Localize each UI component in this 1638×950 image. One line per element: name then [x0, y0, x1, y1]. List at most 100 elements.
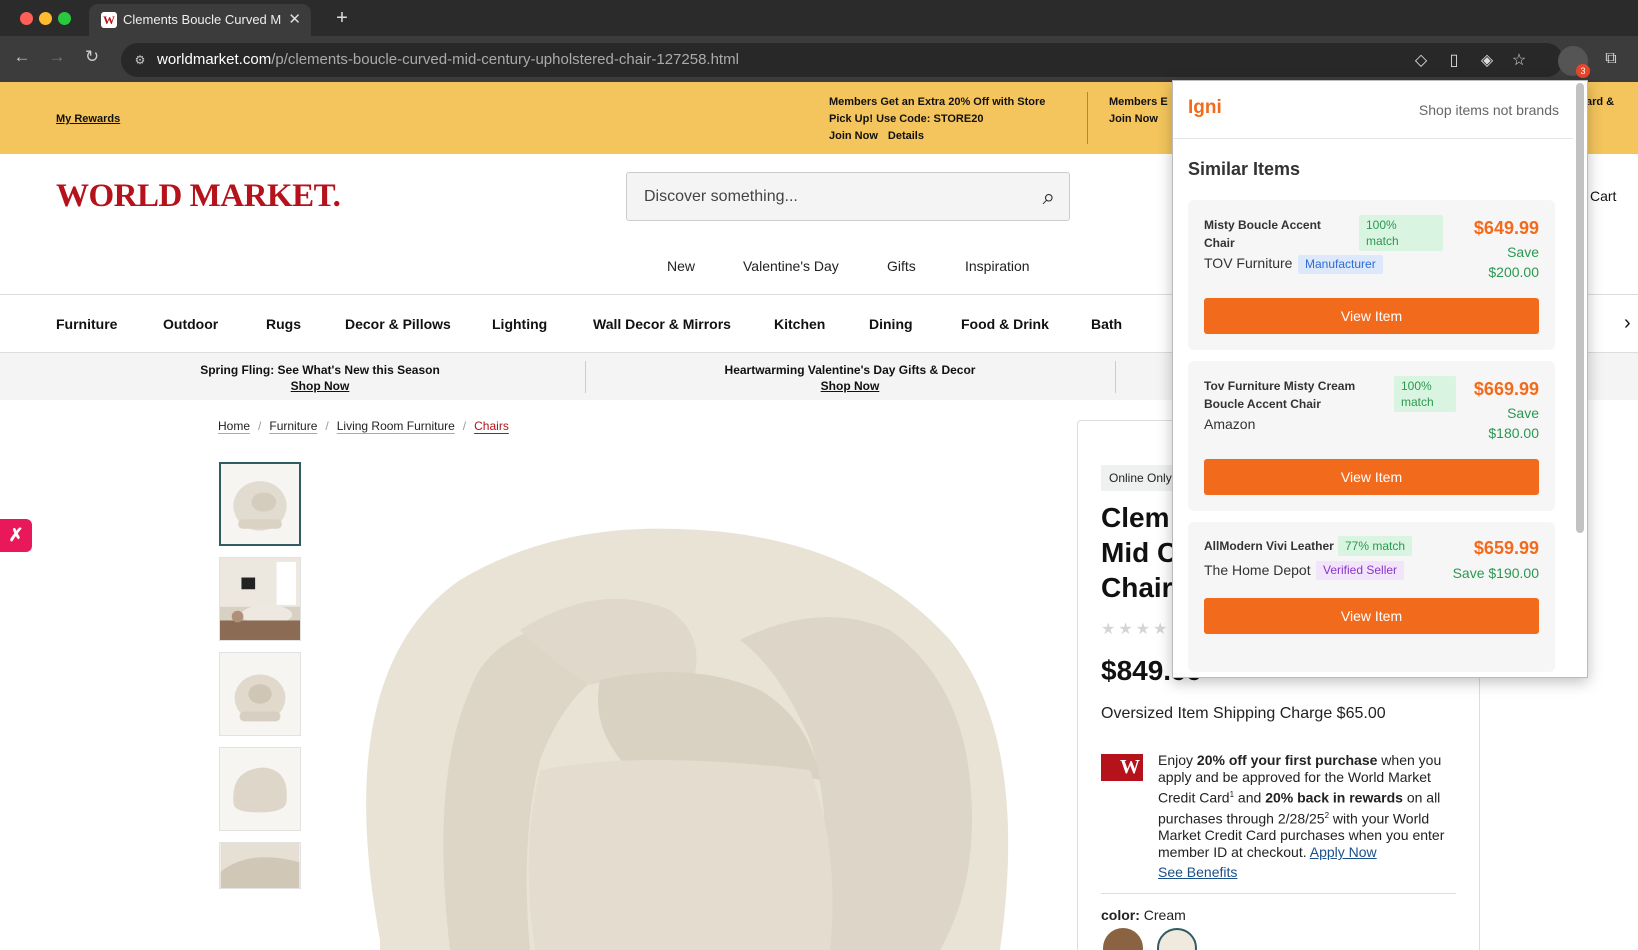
new-tab-button[interactable]: +	[329, 6, 355, 32]
world-market-favicon-icon: W	[101, 12, 117, 28]
view-item-button[interactable]: View Item	[1204, 598, 1539, 634]
divider	[1101, 893, 1456, 894]
url-path: /p/clements-boucle-curved-mid-century-up…	[271, 51, 739, 68]
popup-scrollbar[interactable]	[1576, 83, 1584, 533]
world-market-logo[interactable]: WORLD MARKET.	[56, 178, 341, 215]
nav-gifts[interactable]: Gifts	[887, 258, 916, 274]
tab-bar: W Clements Boucle Curved Mid ✕ +	[0, 0, 1638, 36]
breadcrumb-home[interactable]: Home	[218, 419, 250, 433]
maximize-window-button[interactable]	[58, 12, 71, 25]
view-item-button[interactable]: View Item	[1204, 459, 1539, 495]
igni-extension-button[interactable]: 3	[1558, 46, 1590, 78]
active-tab[interactable]: W Clements Boucle Curved Mid ✕	[89, 4, 311, 36]
banner-spring: Spring Fling: See What's New this Season…	[60, 362, 580, 394]
category-rugs[interactable]: Rugs	[266, 316, 301, 332]
banner-title: Spring Fling: See What's New this Season	[200, 363, 440, 377]
site-settings-icon[interactable]: ⚙	[129, 50, 151, 70]
category-lighting[interactable]: Lighting	[492, 316, 547, 332]
breadcrumb-furniture[interactable]: Furniture	[269, 419, 317, 433]
match-badge: 100% match	[1359, 215, 1443, 251]
cart-link[interactable]: Cart	[1590, 188, 1616, 204]
item-name-line: Boucle Accent Chair	[1204, 397, 1321, 411]
thumbnail-4[interactable]	[219, 747, 301, 831]
apply-now-link[interactable]: Apply Now	[1310, 844, 1377, 860]
thumbnail-3[interactable]	[219, 652, 301, 736]
item-savings: Save $200.00	[1488, 242, 1539, 282]
offer-3-fragment: ard &	[1586, 96, 1615, 108]
floating-app-icon[interactable]: ✗	[0, 519, 32, 552]
my-rewards-link[interactable]: My Rewards	[56, 113, 120, 125]
thumbnail-5[interactable]	[219, 842, 301, 889]
reload-icon[interactable]: ↻	[80, 47, 104, 67]
breadcrumb-chairs[interactable]: Chairs	[474, 419, 509, 433]
verified-seller-badge: Verified Seller	[1316, 561, 1405, 580]
shop-now-link[interactable]: Shop Now	[821, 379, 880, 393]
match-label: match	[1401, 395, 1434, 409]
forward-icon[interactable]: →	[45, 47, 69, 67]
tab-title: Clements Boucle Curved Mid	[123, 12, 281, 27]
igni-logo: Igni	[1188, 97, 1222, 118]
match-label: match	[1366, 234, 1399, 248]
promo-divider	[1087, 92, 1088, 144]
nav-inspiration[interactable]: Inspiration	[965, 258, 1030, 274]
extensions-icon[interactable]: ⧉	[1600, 50, 1622, 68]
item-savings: Save $190.00	[1452, 565, 1539, 581]
item-name-line: Misty Boucle Accent	[1204, 218, 1321, 232]
url-text[interactable]: worldmarket.com/p/clements-boucle-curved…	[157, 51, 739, 68]
credit-card-logo: W	[1101, 754, 1143, 781]
item-name: Misty Boucle Accent Chair	[1204, 216, 1321, 252]
view-item-button[interactable]: View Item	[1204, 298, 1539, 334]
save-label: Save	[1507, 405, 1539, 421]
thumbnail-2[interactable]	[219, 557, 301, 641]
category-wall-decor[interactable]: Wall Decor & Mirrors	[593, 316, 731, 332]
address-bar[interactable]: ⚙ worldmarket.com/p/clements-boucle-curv…	[121, 43, 1563, 77]
search-input[interactable]: Discover something... ⌕	[626, 172, 1070, 221]
item-price: $669.99	[1473, 379, 1539, 399]
category-kitchen[interactable]: Kitchen	[774, 316, 825, 332]
breadcrumb-separator: /	[462, 419, 467, 433]
nav-valentines-day[interactable]: Valentine's Day	[743, 258, 839, 274]
join-now-link-2[interactable]: Join Now	[1109, 113, 1158, 125]
seller-name: Amazon	[1204, 416, 1256, 432]
see-benefits-link[interactable]: See Benefits	[1158, 864, 1237, 880]
close-window-button[interactable]	[20, 12, 33, 25]
seller-name: The Home Depot	[1204, 562, 1311, 578]
cc-text: Enjoy	[1158, 752, 1197, 768]
chair-front-thumbnail-image	[234, 674, 286, 722]
minimize-window-button[interactable]	[39, 12, 52, 25]
manufacturer-badge: Manufacturer	[1298, 255, 1383, 274]
nav-new[interactable]: New	[667, 258, 695, 274]
back-icon[interactable]: ←	[10, 47, 34, 67]
credit-card-offer: Enjoy 20% off your first purchase when y…	[1158, 752, 1468, 881]
close-tab-icon[interactable]: ✕	[288, 10, 301, 28]
thumbnail-1[interactable]	[219, 462, 301, 546]
category-bath[interactable]: Bath	[1091, 316, 1122, 332]
category-dining[interactable]: Dining	[869, 316, 913, 332]
breadcrumb: Home / Furniture / Living Room Furniture / Cha…	[218, 419, 509, 433]
save-amount: $180.00	[1488, 425, 1539, 441]
chevron-right-icon[interactable]: ›	[1624, 312, 1631, 335]
item-price: $659.99	[1473, 538, 1539, 558]
category-decor-pillows[interactable]: Decor & Pillows	[345, 316, 451, 332]
category-food-drink[interactable]: Food & Drink	[961, 316, 1049, 332]
room-scene-thumbnail-image	[220, 558, 300, 640]
category-outdoor[interactable]: Outdoor	[163, 316, 218, 332]
chair-side-thumbnail-image	[233, 767, 287, 813]
similar-items-heading: Similar Items	[1188, 159, 1301, 179]
shopping-bag-icon[interactable]: ▯	[1443, 50, 1465, 70]
join-now-link[interactable]: Join Now	[829, 130, 878, 142]
tag-icon[interactable]: ◇	[1410, 50, 1432, 70]
breadcrumb-living-room[interactable]: Living Room Furniture	[337, 419, 455, 433]
color-selector-label: color: Cream	[1101, 907, 1186, 923]
shop-now-link[interactable]: Shop Now	[291, 379, 350, 393]
item-name: Tov Furniture Misty Cream Boucle Accent C…	[1204, 377, 1355, 413]
category-furniture[interactable]: Furniture	[56, 316, 117, 332]
search-icon[interactable]: ⌕	[1043, 184, 1055, 210]
details-link[interactable]: Details	[888, 130, 924, 142]
breadcrumb-separator: /	[258, 419, 262, 433]
extension-puzzle-icon[interactable]: ◈	[1476, 50, 1498, 70]
rating-stars[interactable]: ★★★★	[1101, 619, 1170, 639]
product-main-image[interactable]	[340, 520, 1040, 950]
bookmark-star-icon[interactable]: ☆	[1508, 50, 1530, 70]
search-placeholder: Discover something...	[644, 188, 798, 205]
